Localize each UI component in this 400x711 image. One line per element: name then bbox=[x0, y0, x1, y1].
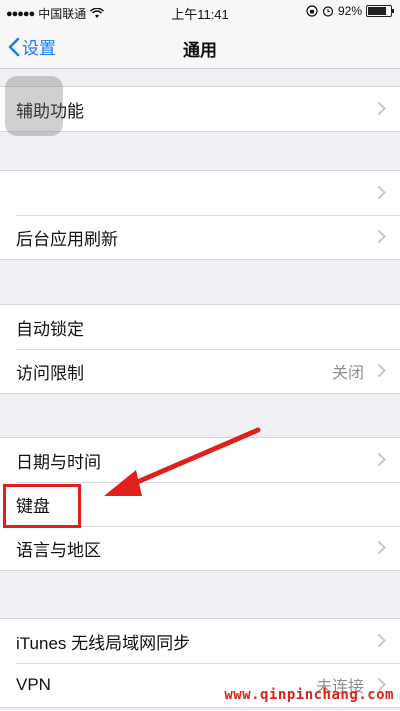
chevron-right-icon bbox=[377, 633, 386, 648]
lock-rotation-icon bbox=[306, 5, 318, 17]
cell-date-time[interactable]: 日期与时间 bbox=[0, 438, 400, 482]
battery-icon bbox=[366, 5, 394, 17]
cell-label: 访问限制 bbox=[16, 363, 84, 383]
cell-label: 日期与时间 bbox=[16, 452, 101, 472]
settings-group: 后台应用刷新 bbox=[0, 170, 400, 260]
chevron-right-icon bbox=[377, 229, 386, 244]
chevron-right-icon bbox=[377, 363, 386, 378]
cell-itunes-wifi-sync[interactable]: iTunes 无线局域网同步 bbox=[0, 619, 400, 663]
cell-detail-value: 关闭 bbox=[331, 365, 364, 382]
chevron-right-icon bbox=[377, 540, 386, 555]
alarm-icon bbox=[322, 6, 334, 17]
cell-language-region[interactable]: 语言与地区 bbox=[0, 526, 400, 570]
cell-blurred[interactable] bbox=[0, 171, 400, 215]
chevron-right-icon bbox=[377, 452, 386, 467]
cell-restrictions[interactable]: 访问限制 关闭 bbox=[0, 349, 400, 393]
status-bar: ●●●●● 中国联通 上午11:41 92% bbox=[0, 0, 400, 24]
assistive-touch-button[interactable] bbox=[5, 76, 63, 136]
navigation-bar: 设置 通用 bbox=[0, 24, 400, 69]
watermark-text: www.qinpinchang.com bbox=[224, 687, 394, 703]
chevron-right-icon bbox=[377, 101, 386, 116]
cell-label: 后台应用刷新 bbox=[16, 229, 118, 249]
settings-group: 自动锁定 访问限制 关闭 bbox=[0, 304, 400, 394]
chevron-right-icon bbox=[377, 185, 386, 200]
cell-label: 自动锁定 bbox=[16, 319, 84, 339]
cell-label: VPN bbox=[16, 675, 51, 694]
highlight-annotation-box bbox=[3, 484, 81, 528]
battery-percent: 92% bbox=[337, 4, 362, 18]
cell-label: 语言与地区 bbox=[16, 540, 101, 560]
cell-background-app-refresh[interactable]: 后台应用刷新 bbox=[0, 215, 400, 259]
cell-label: iTunes 无线局域网同步 bbox=[16, 633, 191, 653]
cell-auto-lock[interactable]: 自动锁定 bbox=[0, 305, 400, 349]
page-title: 通用 bbox=[183, 41, 217, 60]
